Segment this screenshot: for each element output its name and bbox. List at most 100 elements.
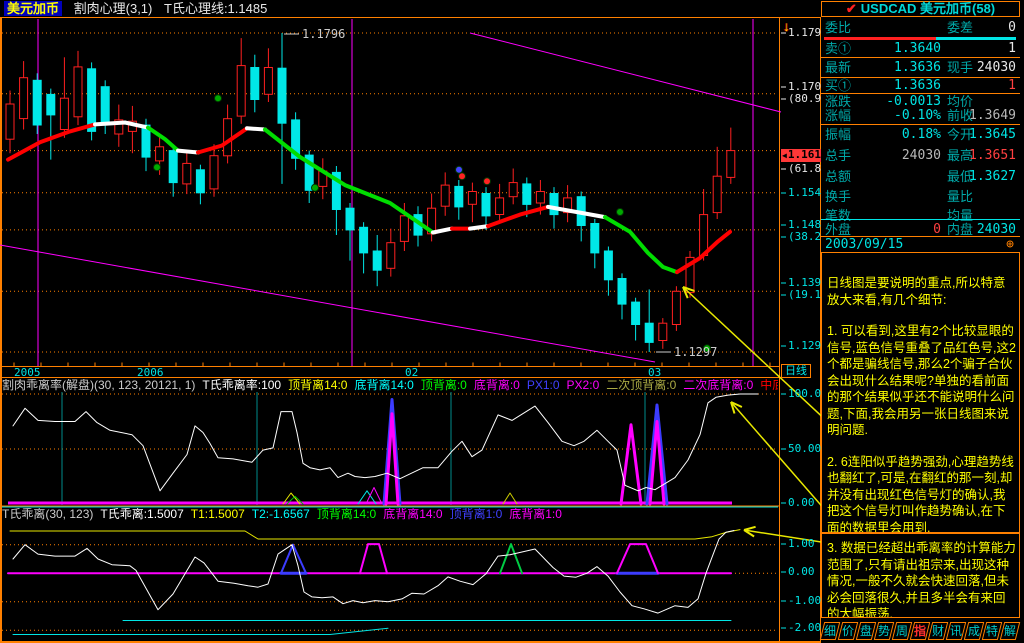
quote-cell: 买① bbox=[825, 79, 851, 93]
quote-row: 最新1.3636现手24030 bbox=[821, 61, 1020, 75]
tab-势[interactable]: 势 bbox=[874, 622, 894, 640]
quote-cell: 24030 bbox=[865, 149, 941, 163]
tab-周[interactable]: 周 bbox=[892, 622, 912, 640]
quote-cell: 1 bbox=[950, 79, 1016, 93]
quote-row: 笔数均量 bbox=[821, 209, 1020, 223]
indicator-header-item: 二次底背离:0 bbox=[683, 379, 753, 392]
indicator-header-item: 底背离:0 bbox=[474, 379, 520, 392]
mid-indicator-header: 割肉乖离率(解盘)(30, 123, 20121, 1) T氏乖离率:100 顶背离… bbox=[2, 379, 778, 392]
tab-成[interactable]: 成 bbox=[964, 622, 984, 640]
quote-cell: 涨跌 bbox=[825, 95, 851, 109]
indicator-header-item: T氏乖离:1.5007 bbox=[100, 508, 183, 521]
panel-divider bbox=[821, 57, 1020, 58]
indicator-header-item: 割肉乖离率(解盘)(30, 123, 20121, 1) bbox=[2, 379, 195, 392]
tab-盘[interactable]: 盘 bbox=[856, 622, 876, 640]
quote-cell: 最新 bbox=[825, 61, 851, 75]
bottom-tab-bar: 细价盘势周指财讯成特解 bbox=[821, 620, 1024, 641]
charts-canvas: 1.1796 1.1297 bbox=[0, 0, 822, 643]
quote-cell: 24030 bbox=[950, 223, 1016, 237]
panel-divider bbox=[821, 77, 1020, 78]
quote-row: 涨幅-0.10%前收1.3649 bbox=[821, 109, 1020, 123]
tab-讯[interactable]: 讯 bbox=[946, 622, 966, 640]
indicator-header-item: T2:-1.6567 bbox=[252, 508, 310, 521]
quote-cell: 1.3627 bbox=[950, 170, 1016, 184]
indicator-name: 割肉心理(3,1) bbox=[74, 1, 153, 16]
quote-cell: 总手 bbox=[825, 149, 851, 163]
indicator-header-item: 底背离14:0 bbox=[383, 508, 442, 521]
quote-cell: 1.3649 bbox=[950, 109, 1016, 123]
x-axis-label: 2005 bbox=[14, 367, 41, 378]
quote-cell: 均价 bbox=[947, 95, 973, 109]
indicator-header-item: 顶背离14:0 bbox=[288, 379, 347, 392]
tab-指[interactable]: 指 bbox=[910, 622, 930, 640]
quote-cell: 振幅 bbox=[825, 128, 851, 142]
bottom-panel-plot bbox=[2, 530, 778, 635]
panel-divider bbox=[821, 219, 1020, 220]
main-separators bbox=[38, 19, 753, 366]
axis-label: 0.00 bbox=[788, 497, 815, 509]
quote-cell: 均量 bbox=[947, 209, 973, 223]
quote-cell: 0 bbox=[950, 21, 1016, 35]
indicator-header-item: T氏乖离(30, 123) bbox=[2, 508, 93, 521]
tab-细[interactable]: 细 bbox=[820, 622, 840, 640]
svg-text:1.1297: 1.1297 bbox=[674, 345, 717, 359]
crosshair-icon[interactable]: ⊕ bbox=[1006, 238, 1014, 252]
indicator-header-item: 顶背离14:0 bbox=[317, 508, 376, 521]
indicator-header-item: 底背离1:0 bbox=[509, 508, 562, 521]
quote-row: 涨跌 -0.0013 均价 bbox=[821, 95, 1020, 109]
quote-cell: -0.0013 bbox=[865, 95, 941, 109]
tab-特[interactable]: 特 bbox=[982, 622, 1002, 640]
panel-divider bbox=[821, 124, 1020, 125]
quote-cell: 外盘 bbox=[825, 223, 851, 237]
app-window: 美元加币 割肉心理(3,1) T氏心理线:1.1485 1.1796 1.1297… bbox=[0, 0, 1024, 643]
quote-cell: 总额 bbox=[825, 170, 851, 184]
psychology-line bbox=[8, 123, 730, 273]
quote-cell: 涨幅 bbox=[825, 109, 851, 123]
quote-row: 卖① 1.3640 1 bbox=[821, 42, 1020, 56]
indicator-header-item: PX2:0 bbox=[567, 379, 600, 392]
quote-row: 振幅0.18%今开1.3645 bbox=[821, 128, 1020, 142]
indicator-header-item: 二次顶背离:0 bbox=[606, 379, 676, 392]
price-axis-strip: ↓ 1.17961.1701(80.9%)1.1612(61.8%)1.1546… bbox=[780, 18, 821, 641]
quote-cell: 1.3636 bbox=[865, 79, 941, 93]
quote-row: 买① 1.3636 1 bbox=[821, 79, 1020, 93]
svg-text:1.1796: 1.1796 bbox=[302, 27, 345, 41]
x-axis-label: 02 bbox=[405, 367, 418, 378]
quote-row: 委比委差0 bbox=[821, 21, 1020, 35]
scroll-down-icon[interactable]: ↓ bbox=[783, 18, 790, 34]
axis-label: -1.00 bbox=[788, 595, 821, 607]
quote-cell: 0.18% bbox=[865, 128, 941, 142]
annotation-box-2: 3. 数据已经超出乖离率的计算能力范围了,只有请出祖宗来,出现这种情况,一般不久… bbox=[821, 533, 1020, 618]
indicator-reading: T氏心理线:1.1485 bbox=[164, 1, 267, 16]
indicator-header-item: 中底 bbox=[760, 379, 778, 392]
quote-cell: 换手 bbox=[825, 190, 851, 204]
main-gridlines bbox=[2, 33, 778, 352]
trend-channel-lines bbox=[0, 33, 781, 362]
quote-cell: 量比 bbox=[947, 190, 973, 204]
quote-panel: ✔USDCAD 美元加币(58) 委比委差0卖①1.36401最新1.3636现… bbox=[821, 0, 1024, 643]
indicator-header-item: 顶背离1:0 bbox=[450, 508, 503, 521]
axis-label: 50.00 bbox=[788, 443, 821, 455]
symbol-name[interactable]: 美元加币 bbox=[4, 1, 62, 16]
indicator-header-item: T1:1.5007 bbox=[191, 508, 245, 521]
indicator-header-item: PX1:0 bbox=[527, 379, 560, 392]
quote-cell: 1.3636 bbox=[865, 61, 941, 75]
annotation-point-1: 1. 可以看到,这里有2个比较显眼的信号,蓝色信号重叠了品红色号,这2个都是骗线… bbox=[827, 323, 1016, 439]
tab-解[interactable]: 解 bbox=[1000, 622, 1020, 640]
annotation-point-3: 3. 数据已经超出乖离率的计算能力范围了,只有请出祖宗来,出现这种情况,一般不久… bbox=[827, 540, 1016, 618]
price-callouts: 1.1796 1.1297 bbox=[284, 27, 717, 359]
annotation-intro: 日线图是要说明的重点,所以特意放大来看,有几个细节: bbox=[827, 275, 1016, 308]
quote-cell: 1.3640 bbox=[865, 42, 941, 56]
quote-row: 总额最低1.3627 bbox=[821, 170, 1020, 184]
quote-cell: 1 bbox=[950, 42, 1016, 56]
period-label[interactable]: 日线 bbox=[781, 364, 811, 378]
ratio-bar-cyan bbox=[936, 37, 1016, 40]
quote-cell: 卖① bbox=[825, 42, 851, 56]
tab-财[interactable]: 财 bbox=[928, 622, 948, 640]
tab-价[interactable]: 价 bbox=[838, 622, 858, 640]
indicator-header-item: T氏乖离率:100 bbox=[202, 379, 281, 392]
axis-label: 0.00 bbox=[788, 566, 815, 578]
bottom-indicator-header: T氏乖离(30, 123) T氏乖离:1.5007 T1:1.5007 T2:-1.6… bbox=[2, 508, 778, 521]
axis-label: 1.00 bbox=[788, 538, 815, 550]
indicator-header-item: 顶背离:0 bbox=[421, 379, 467, 392]
